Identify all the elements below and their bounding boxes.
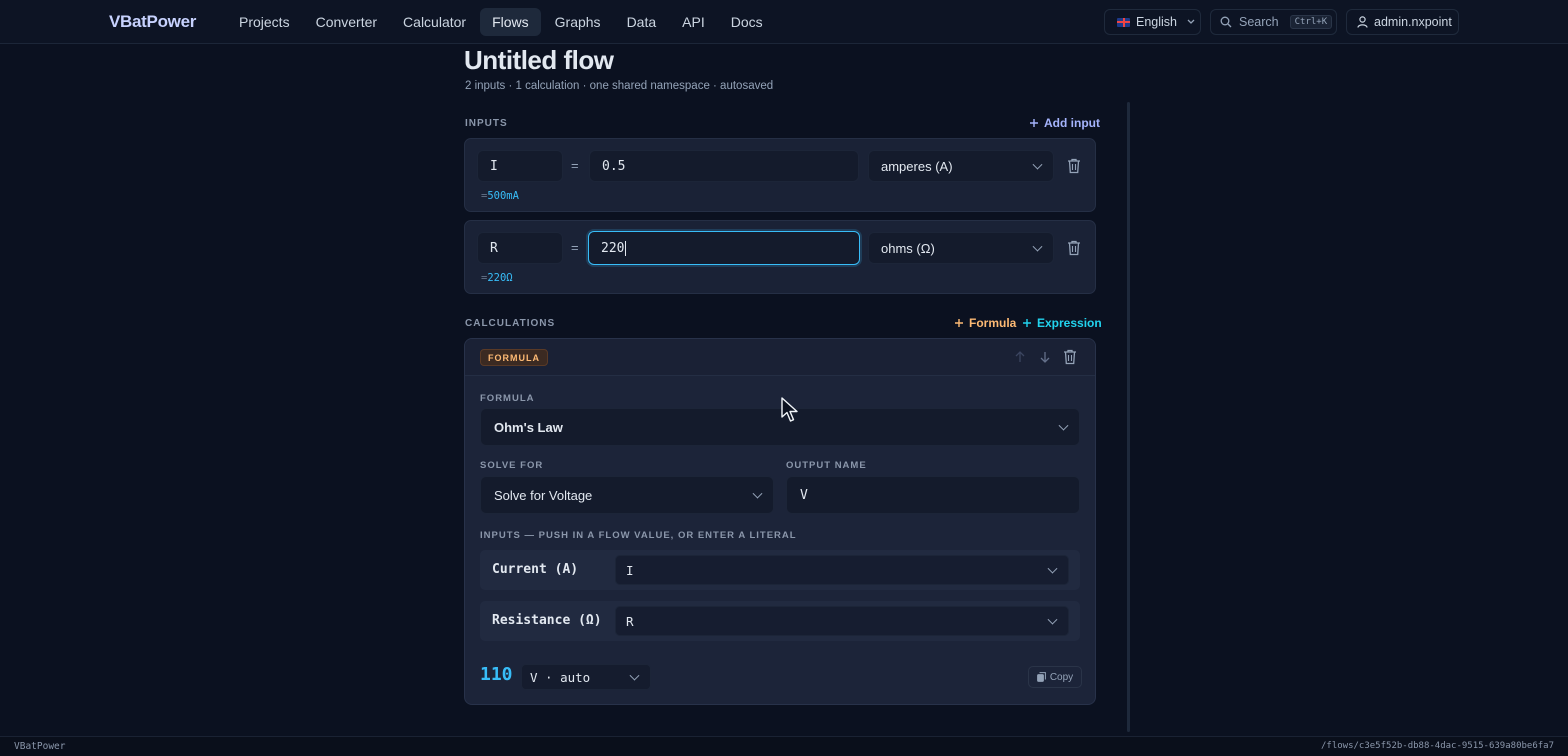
add-input-button[interactable]: Add input [1029,116,1100,130]
footer-path: /flows/c3e5f52b-db88-4dac-9515-639a80be6… [1321,741,1554,751]
add-input-label: Add input [1044,116,1100,130]
chevron-down-icon [1187,19,1195,24]
user-icon [1357,16,1368,28]
add-expression-label: Expression [1037,316,1102,330]
formula-select[interactable]: Ohm's Law [480,408,1080,446]
page-subtitle: 2 inputs · 1 calculation · one shared na… [465,80,774,92]
input-value-field[interactable]: 220 [588,231,860,265]
inputs-hint-label: INPUTS — PUSH IN A FLOW VALUE, OR ENTER … [480,530,797,541]
nav-data[interactable]: Data [615,8,669,36]
converted-amount: 220Ω [487,272,513,284]
formula-input-label: Current (A) [492,562,579,577]
nav-projects[interactable]: Projects [227,8,302,36]
user-name: admin.nxpoint [1374,15,1452,29]
arrow-up-icon[interactable] [1015,351,1025,363]
unit-select-value: amperes (A) [881,158,953,174]
calculations-section-label: CALCULATIONS [465,318,556,329]
language-selector[interactable]: English [1104,9,1201,35]
search-icon [1220,16,1232,28]
formula-select-value: Ohm's Law [494,419,563,435]
trash-icon[interactable] [1063,349,1077,365]
inputs-section-label: INPUTS [465,118,508,129]
solve-for-label: SOLVE FOR [480,460,544,471]
add-formula-button[interactable]: Formula [954,316,1016,330]
converted-amount: 500mA [487,190,519,202]
nav-flows[interactable]: Flows [480,8,541,36]
formula-input-select[interactable]: I [615,555,1069,585]
copy-button[interactable]: Copy [1028,666,1082,688]
chevron-down-icon [1032,159,1043,170]
chevron-down-icon [1032,241,1043,252]
add-formula-label: Formula [969,316,1017,330]
formula-input-select[interactable]: R [615,606,1069,636]
solve-for-select[interactable]: Solve for Voltage [480,476,774,514]
page-title[interactable]: Untitled flow [464,45,614,76]
equals-sign: = [571,240,579,255]
user-menu[interactable]: admin.nxpoint [1346,9,1459,35]
result-value: 110 [480,664,513,685]
top-nav-bar: VBatPower Projects Converter Calculator … [0,0,1568,44]
input-card-resistance: R = 220 ohms (Ω) =220Ω [464,220,1096,294]
nav-calculator[interactable]: Calculator [391,8,478,36]
output-name-label: OUTPUT NAME [786,460,867,471]
chevron-down-icon [629,670,640,681]
input-value-field[interactable]: 0.5 [589,150,859,182]
equals-sign: = [571,158,579,173]
copy-label: Copy [1049,671,1074,683]
nav-docs[interactable]: Docs [719,8,775,36]
calc-card-header: FORMULA [465,339,1095,376]
chevron-down-icon [752,488,763,499]
add-expression-button[interactable]: Expression [1022,316,1102,330]
formula-badge: FORMULA [480,349,548,366]
formula-input-value: R [626,613,634,629]
search-label: Search [1239,15,1279,29]
input-card-current: I = 0.5 amperes (A) =500mA [464,138,1096,212]
plus-icon [1023,319,1031,327]
solve-for-value: Solve for Voltage [494,487,593,503]
formula-input-value: I [626,562,634,578]
arrow-down-icon[interactable] [1040,351,1050,363]
unit-select[interactable]: amperes (A) [868,150,1054,182]
search-shortcut: Ctrl+K [1289,15,1333,29]
chevron-down-icon [1047,614,1058,625]
uk-flag-icon [1117,17,1130,27]
main-nav: Projects Converter Calculator Flows Grap… [227,8,775,36]
language-label: English [1136,15,1177,29]
formula-input-label: Resistance (Ω) [492,613,602,628]
nav-graphs[interactable]: Graphs [543,8,613,36]
formula-calculation-card: FORMULA FORMULA Ohm's Law SOLVE FOR Solv… [464,338,1096,705]
converted-value: =500mA [481,190,519,202]
result-unit-select[interactable]: V · auto [521,664,651,690]
chevron-down-icon [1047,563,1058,574]
formula-input-row-current: Current (A) I [480,550,1080,590]
unit-select[interactable]: ohms (Ω) [868,232,1054,264]
input-name-field[interactable]: R [477,232,563,264]
brand-logo[interactable]: VBatPower [109,12,196,32]
trash-icon[interactable] [1067,240,1081,256]
trash-icon[interactable] [1067,158,1081,174]
nav-api[interactable]: API [670,8,717,36]
mouse-pointer-icon [781,397,798,422]
plus-icon [1030,119,1038,127]
formula-input-row-resistance: Resistance (Ω) R [480,601,1080,641]
copy-icon [1036,672,1046,682]
formula-label: FORMULA [480,393,535,404]
text-cursor [625,240,627,256]
nav-converter[interactable]: Converter [304,8,389,36]
footer-brand: VBatPower [14,741,66,752]
input-value-text: 220 [601,240,625,256]
status-footer: VBatPower /flows/c3e5f52b-db88-4dac-9515… [0,736,1568,756]
result-unit-value: V · auto [530,669,591,685]
scrollbar[interactable] [1127,102,1130,732]
converted-value: =220Ω [481,272,513,284]
output-name-input[interactable]: V [786,476,1080,514]
search-button[interactable]: Search Ctrl+K [1210,9,1337,35]
unit-select-value: ohms (Ω) [881,240,935,256]
chevron-down-icon [1058,420,1069,431]
plus-icon [955,319,963,327]
input-name-field[interactable]: I [477,150,563,182]
